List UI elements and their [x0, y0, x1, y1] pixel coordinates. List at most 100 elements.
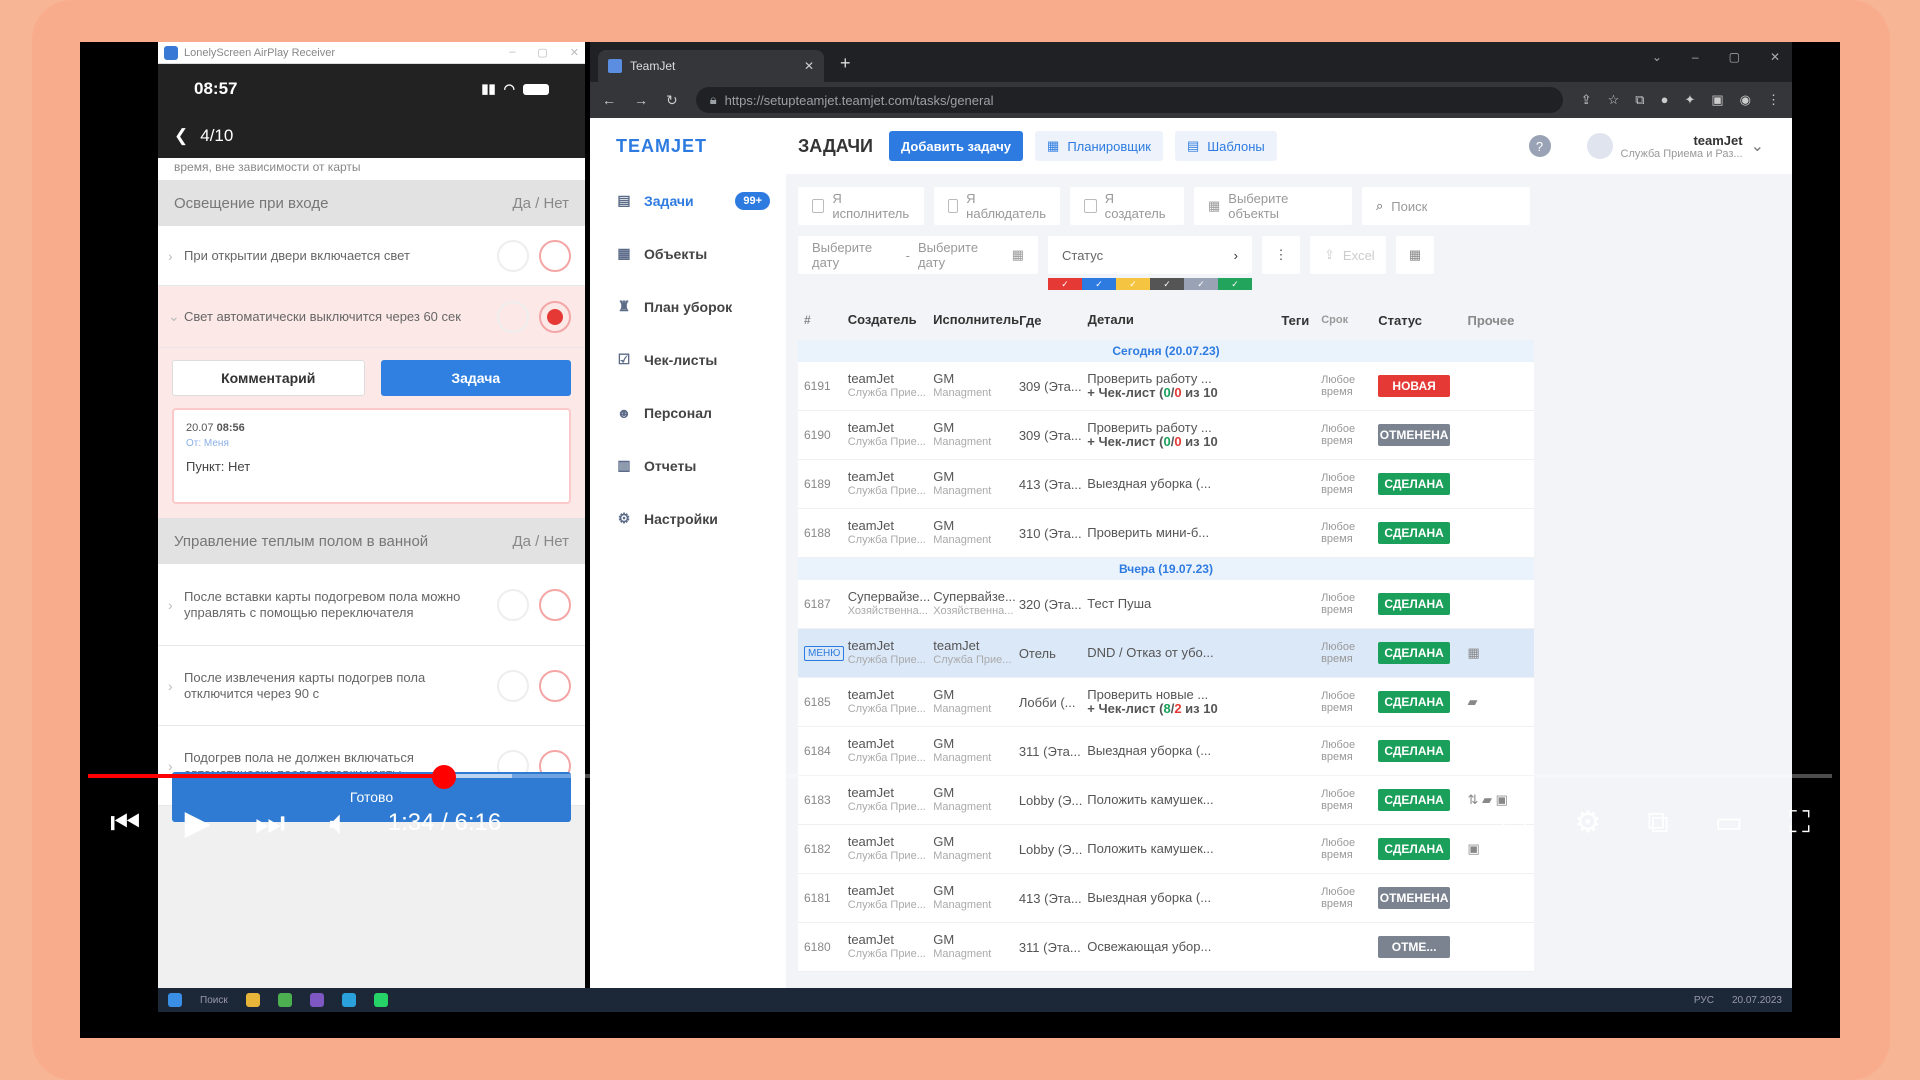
more-options-icon[interactable]: ⋮	[1262, 236, 1300, 274]
tab-search-icon[interactable]: ⌄	[1652, 50, 1662, 64]
view-toggle-icon[interactable]: ▦	[1396, 236, 1434, 274]
column-header[interactable]: Прочее	[1467, 313, 1533, 328]
windows-start-icon[interactable]	[168, 993, 182, 1007]
subtitles-icon[interactable]: ▭	[1500, 808, 1528, 838]
theater-mode-icon[interactable]: ▭	[1715, 808, 1743, 838]
minimize-icon[interactable]: –	[509, 46, 515, 59]
table-row[interactable]: 6185 teamJet Служба Прие... GM Managment Лобб…	[798, 678, 1534, 727]
status-badge[interactable]: СДЕЛАНА	[1378, 691, 1451, 713]
chrome-icon[interactable]	[277, 993, 292, 1007]
checklist-item[interactable]: › После извлечения карты подогрев пола от…	[158, 646, 585, 726]
creator-filter[interactable]: Я создатель	[1070, 187, 1184, 225]
status-badge[interactable]: СДЕЛАНА	[1378, 522, 1451, 544]
yes-radio[interactable]	[497, 588, 529, 621]
no-radio[interactable]	[539, 239, 571, 272]
fullscreen-icon[interactable]: ⛶	[1789, 808, 1810, 838]
column-header[interactable]: Теги	[1281, 313, 1321, 328]
settings-gear-icon[interactable]: ⚙︎	[1574, 808, 1601, 838]
back-icon[interactable]: ❮	[174, 126, 188, 146]
column-header[interactable]: Где	[1019, 313, 1087, 328]
status-badge[interactable]: ОТМЕНЕНА	[1378, 887, 1451, 909]
status-filter[interactable]: Статус › ✓ ✓ ✓ ✓ ✓ ✓	[1048, 236, 1252, 290]
status-color-swatch[interactable]: ✓	[1150, 278, 1184, 290]
progress-scrubber[interactable]	[432, 765, 456, 789]
extension-icon[interactable]: ⧉	[1635, 92, 1644, 108]
menu-tag[interactable]: МЕНЮ	[804, 646, 845, 661]
status-badge[interactable]: ОТМЕ...	[1378, 936, 1451, 958]
sidebar-item-cleaning-plan[interactable]: ♜ План уборок	[590, 280, 786, 333]
sidebar-item-staff[interactable]: ☻ Персонал	[590, 386, 786, 439]
minimize-icon[interactable]: –	[1692, 50, 1699, 64]
yes-radio[interactable]	[497, 300, 529, 333]
whatsapp-icon[interactable]	[373, 993, 388, 1007]
executor-filter[interactable]: Я исполнитель	[798, 187, 924, 225]
forward-arrow-icon[interactable]: →	[634, 92, 648, 108]
table-row[interactable]: 6191 teamJet Служба Прие... GM Managment 309 …	[798, 362, 1534, 411]
url-field[interactable]: 🔒︎ https://setupteamjet.teamjet.com/tasks…	[695, 87, 1563, 113]
planner-button[interactable]: ▦ Планировщик	[1035, 131, 1163, 161]
checkbox[interactable]	[948, 199, 959, 213]
add-task-button[interactable]: Добавить задачу	[888, 131, 1024, 161]
close-icon[interactable]: ✕	[570, 46, 579, 59]
column-header[interactable]: Срок	[1321, 314, 1378, 326]
column-header[interactable]: Исполнитель	[933, 313, 1019, 327]
table-row[interactable]: 6181 teamJet Служба Прие... GM Managment 413 …	[798, 874, 1534, 923]
folder-icon[interactable]	[245, 993, 260, 1007]
objects-select[interactable]: ▦ Выберите объекты	[1194, 187, 1352, 225]
status-color-swatch[interactable]: ✓	[1082, 278, 1116, 290]
status-color-swatches[interactable]: ✓ ✓ ✓ ✓ ✓ ✓	[1048, 278, 1252, 290]
no-radio[interactable]	[539, 588, 571, 621]
table-row[interactable]: МЕНЮ teamJet Служба Прие... teamJet Служба П…	[798, 629, 1534, 678]
user-menu[interactable]: teamJet Служба Приема и Раз... ⌄	[1586, 133, 1764, 160]
status-badge[interactable]: СДЕЛАНА	[1378, 642, 1451, 664]
comment-card[interactable]: 20.07 08:56 От: Меня Пункт: Нет	[172, 408, 571, 504]
status-color-swatch[interactable]: ✓	[1116, 278, 1150, 290]
task-button[interactable]: Задача	[380, 360, 571, 396]
next-icon[interactable]: ⏭︎	[255, 806, 286, 840]
window-controls[interactable]: – ▢ ✕	[509, 46, 579, 59]
maximize-icon[interactable]: ▢	[1729, 50, 1740, 64]
yes-radio[interactable]	[497, 669, 529, 702]
checklist-item-active[interactable]: ⌄ Свет автоматически выключится через 60 …	[158, 286, 585, 348]
video-player[interactable]: LonelyScreen AirPlay Receiver – ▢ ✕ 08:57 …	[80, 42, 1840, 1038]
no-radio-selected[interactable]	[539, 300, 571, 333]
status-select[interactable]: Статус ›	[1048, 236, 1252, 274]
profile-avatar[interactable]: ◉	[1740, 92, 1751, 108]
reload-icon[interactable]: ↻	[666, 92, 678, 109]
status-badge[interactable]: СДЕЛАНА	[1378, 473, 1451, 495]
back-arrow-icon[interactable]: ←	[602, 92, 616, 108]
search-input[interactable]: ⌕ Поиск	[1362, 187, 1530, 225]
other-icons[interactable]: ▦	[1467, 645, 1534, 661]
bookmark-star-icon[interactable]: ☆	[1608, 92, 1620, 108]
puzzle-icon[interactable]: ✦	[1684, 92, 1695, 108]
table-row[interactable]: 6188 teamJet Служба Прие... GM Managment 310 …	[798, 509, 1534, 558]
status-badge[interactable]: СДЕЛАНА	[1378, 593, 1451, 615]
table-row[interactable]: 6190 teamJet Служба Прие... GM Managment 309 …	[798, 411, 1534, 460]
table-row[interactable]: 6187 Супервайзе... Хозяйственна... Супервай…	[798, 580, 1534, 629]
discord-icon[interactable]	[309, 993, 324, 1007]
help-icon[interactable]: ?	[1528, 135, 1551, 157]
table-row[interactable]: 6189 teamJet Служба Прие... GM Managment 413 …	[798, 460, 1534, 509]
table-row[interactable]: 6184 teamJet Служба Прие... GM Managment 311 …	[798, 727, 1534, 776]
column-header[interactable]: Создатель	[848, 313, 933, 327]
new-tab-icon[interactable]: +	[840, 53, 851, 74]
checkbox[interactable]	[812, 199, 825, 213]
share-icon[interactable]: ⇪	[1581, 92, 1592, 108]
teamjet-logo[interactable]: TEAMJET	[590, 118, 786, 174]
status-color-swatch[interactable]: ✓	[1048, 278, 1082, 290]
templates-button[interactable]: ▤ Шаблоны	[1174, 131, 1277, 161]
sidebar-item-settings[interactable]: ⚙ Настройки	[590, 492, 786, 545]
column-header[interactable]: Статус	[1378, 313, 1467, 328]
close-window-icon[interactable]: ✕	[1770, 50, 1780, 64]
miniplayer-icon[interactable]: ⧉	[1647, 808, 1668, 838]
no-radio[interactable]	[539, 669, 571, 702]
previous-icon[interactable]: ⏮︎	[110, 806, 141, 840]
column-header[interactable]: #	[798, 313, 848, 327]
yes-radio[interactable]	[497, 239, 529, 272]
menu-kebab-icon[interactable]: ⋮	[1767, 92, 1780, 108]
play-icon[interactable]: ▶︎	[185, 806, 211, 840]
table-row[interactable]: 6180 teamJet Служба Прие... GM Managment 311 …	[798, 923, 1534, 972]
status-badge[interactable]: СДЕЛАНА	[1378, 740, 1451, 762]
close-tab-icon[interactable]: ✕	[804, 59, 814, 73]
status-color-swatch[interactable]: ✓	[1218, 278, 1252, 290]
